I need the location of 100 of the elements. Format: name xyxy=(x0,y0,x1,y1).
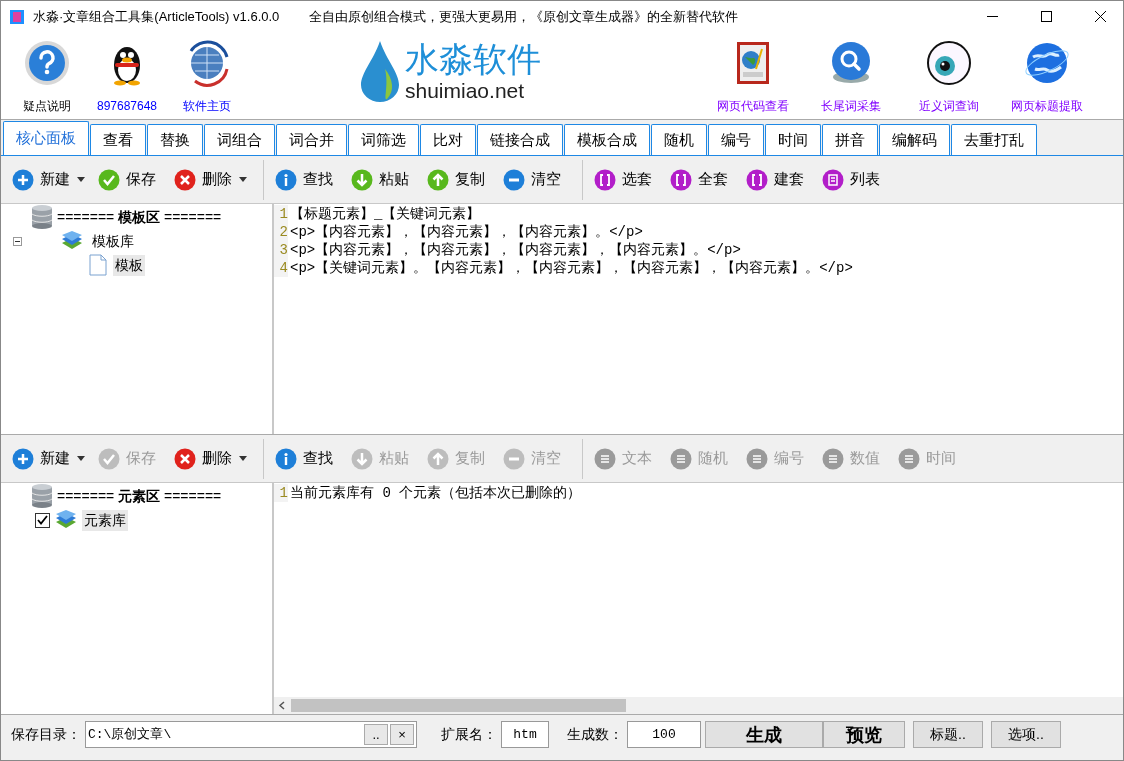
save-dir-label: 保存目录： xyxy=(11,725,81,744)
tab[interactable]: 拼音 xyxy=(822,124,878,155)
clear-icon xyxy=(503,168,525,191)
find-icon xyxy=(275,447,297,470)
tool-link[interactable]: 近义词查询 xyxy=(919,97,979,115)
tab[interactable]: 时间 xyxy=(765,124,821,155)
tab[interactable]: 词组合 xyxy=(204,124,275,155)
add-icon xyxy=(12,168,34,191)
tab[interactable]: 编号 xyxy=(708,124,764,155)
tab[interactable]: 词合并 xyxy=(276,124,347,155)
line-number: 4 xyxy=(274,259,288,277)
toolbar-button[interactable]: 查找 xyxy=(272,443,336,474)
tab[interactable]: 编解码 xyxy=(879,124,950,155)
window-title: 水淼·文章组合工具集(ArticleTools) v1.6.0.0 xyxy=(33,7,280,26)
toolbar-button[interactable]: 选套 xyxy=(591,164,655,195)
tab[interactable]: 链接合成 xyxy=(477,124,563,155)
tab[interactable]: 比对 xyxy=(420,124,476,155)
scrollbar-thumb[interactable] xyxy=(291,699,626,712)
water-drop-logo xyxy=(359,39,401,103)
find-icon xyxy=(275,168,297,191)
tool-link[interactable]: 网页标题提取 xyxy=(1011,97,1083,115)
tool-link[interactable]: 长尾词采集 xyxy=(821,97,881,115)
dropdown-caret-icon[interactable] xyxy=(77,456,85,461)
page-icon xyxy=(89,254,107,276)
tab[interactable]: 模板合成 xyxy=(564,124,650,155)
minimize-icon xyxy=(986,16,998,17)
count-label: 生成数： xyxy=(567,725,623,744)
delete-icon xyxy=(174,168,196,191)
field-button[interactable]: × xyxy=(390,724,414,745)
toolbar-button[interactable]: 新建 xyxy=(9,164,73,195)
bracket-icon xyxy=(594,168,616,191)
horizontal-scrollbar[interactable] xyxy=(274,697,1123,714)
tab[interactable]: 词筛选 xyxy=(348,124,419,155)
delete-icon xyxy=(174,447,196,470)
tab[interactable]: 替换 xyxy=(147,124,203,155)
maximize-icon xyxy=(1040,11,1052,22)
header-link[interactable]: 软件主页 xyxy=(183,97,231,115)
line-number: 1 xyxy=(274,484,288,502)
save-icon xyxy=(98,447,120,470)
code-line: 【标题元素】_【关键词元素】 xyxy=(290,205,481,223)
books-icon xyxy=(54,510,78,530)
extension-field[interactable]: htm xyxy=(501,721,549,748)
eye-icon[interactable] xyxy=(925,39,973,87)
tool-link[interactable]: 网页代码查看 xyxy=(717,97,789,115)
header-link[interactable]: 897687648 xyxy=(96,97,158,115)
list-icon xyxy=(822,168,844,191)
checkbox[interactable] xyxy=(35,512,50,528)
text-editor[interactable]: 1【标题元素】_【关键词元素】 2<p>【内容元素】，【内容元素】，【内容元素】。</p> 3<p>【内容元素】，【内容元素】，【内容元素】，【内容元素】。</p> 4<p>【关键词元素】。【内容元素】，【内容元素】，【内容元素】，【内容元素】。</p> xyxy=(274,204,1123,434)
action-button[interactable]: 选项.. xyxy=(991,721,1061,748)
toolbar-button[interactable]: 删除 xyxy=(171,443,235,474)
dropdown-caret-icon[interactable] xyxy=(77,177,85,182)
tree-header: ======= 元素区 ======= xyxy=(57,486,222,506)
up-icon xyxy=(427,168,449,191)
line-number: 1 xyxy=(274,205,288,223)
toolbar-button[interactable]: 删除 xyxy=(171,164,235,195)
dropdown-caret-icon[interactable] xyxy=(239,177,247,182)
toolbar-button[interactable]: 新建 xyxy=(9,443,73,474)
tab[interactable]: 核心面板 xyxy=(3,121,89,155)
action-button[interactable]: 预览 xyxy=(823,721,905,748)
toolbar-button[interactable]: 清空 xyxy=(500,164,564,195)
code-line: 当前元素库有 0 个元素（包括本次已删除的） xyxy=(290,484,582,502)
logo-domain: shuimiao.net xyxy=(405,79,526,101)
save-icon xyxy=(98,168,120,191)
toolbar-button[interactable]: 列表 xyxy=(819,164,883,195)
checkmark-icon xyxy=(37,515,48,525)
add-icon xyxy=(12,447,34,470)
tree-item[interactable]: 模板 xyxy=(113,254,145,276)
bracket-icon xyxy=(670,168,692,191)
toolbar-button[interactable]: 保存 xyxy=(95,164,159,195)
collapse-icon[interactable] xyxy=(13,236,22,246)
dropdown-caret-icon[interactable] xyxy=(239,456,247,461)
close-icon xyxy=(1094,11,1106,22)
tree-header: ======= 模板区 ======= xyxy=(57,207,222,227)
tab[interactable]: 查看 xyxy=(90,124,146,155)
tree-item[interactable]: 元素库 xyxy=(82,509,128,531)
header-link[interactable]: 疑点说明 xyxy=(23,97,71,115)
action-button[interactable]: 生成 xyxy=(705,721,823,748)
toolbar-button[interactable]: 复制 xyxy=(424,164,488,195)
line-number: 2 xyxy=(274,223,288,241)
tab[interactable]: 随机 xyxy=(651,124,707,155)
tab[interactable]: 去重打乱 xyxy=(951,124,1037,155)
down-icon xyxy=(351,447,373,470)
field-button[interactable]: .. xyxy=(364,724,388,745)
toolbar-button[interactable]: 全套 xyxy=(667,164,731,195)
save-dir-field[interactable]: C:\原创文章\ .. × xyxy=(85,721,417,748)
bracket-icon xyxy=(746,168,768,191)
tree-item[interactable]: 模板库 xyxy=(90,230,136,252)
help-icon[interactable] xyxy=(23,39,71,87)
line-number: 3 xyxy=(274,241,288,259)
toolbar-button[interactable]: 建套 xyxy=(743,164,807,195)
text-editor[interactable]: 1 当前元素库有 0 个元素（包括本次已删除的） xyxy=(274,483,1123,714)
code-line: <p>【内容元素】，【内容元素】，【内容元素】。</p> xyxy=(290,223,643,241)
up-icon xyxy=(427,447,449,470)
action-button[interactable]: 标题.. xyxy=(913,721,983,748)
count-field[interactable]: 100 xyxy=(627,721,701,748)
down-icon xyxy=(351,168,373,191)
toolbar-button[interactable]: 粘贴 xyxy=(348,164,412,195)
toolbar-button[interactable]: 查找 xyxy=(272,164,336,195)
clear-icon xyxy=(503,447,525,470)
books-icon xyxy=(60,231,84,251)
